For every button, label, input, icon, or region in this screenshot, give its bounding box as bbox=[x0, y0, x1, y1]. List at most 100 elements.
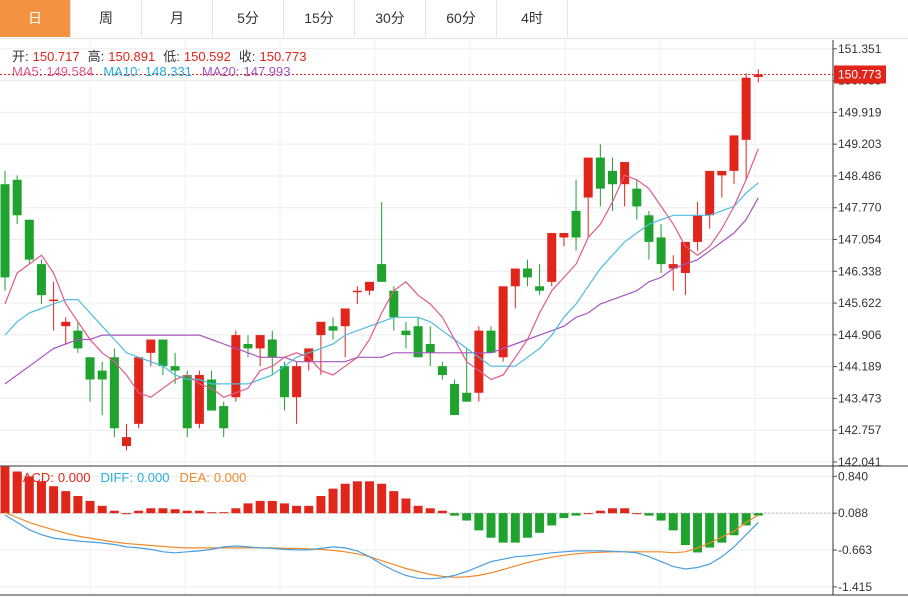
diff-label: DIFF: bbox=[100, 470, 133, 485]
candle-down bbox=[425, 343, 435, 353]
macd-bar-positive bbox=[620, 508, 630, 514]
macd-bar-positive bbox=[583, 513, 593, 515]
candle-down bbox=[182, 375, 192, 429]
candle-down bbox=[279, 366, 289, 398]
candle-down bbox=[267, 339, 277, 358]
candle-down bbox=[328, 326, 338, 331]
candle-down bbox=[85, 357, 95, 380]
macd-bar-positive bbox=[109, 510, 119, 514]
candle-down bbox=[437, 366, 447, 376]
open-label: 开: bbox=[12, 49, 29, 64]
macd-bar-negative bbox=[729, 513, 739, 536]
macd-bar-positive bbox=[316, 496, 326, 514]
price-tick-label: 143.473 bbox=[838, 391, 882, 405]
candle-down bbox=[522, 268, 532, 278]
ma20-value: 147.993 bbox=[243, 64, 291, 79]
diff-line bbox=[4, 514, 759, 580]
macd-bar-positive bbox=[194, 510, 204, 514]
ohlc-readout: 开: 150.717 高: 150.891 低: 150.592 收: 150.773 bbox=[12, 46, 315, 65]
candle-down bbox=[36, 264, 46, 296]
macd-bar-positive bbox=[608, 508, 617, 514]
candle-up bbox=[292, 366, 302, 398]
candle-up bbox=[340, 308, 350, 327]
macd-bar-positive bbox=[182, 510, 192, 514]
candle-down bbox=[462, 392, 472, 402]
macd-bar-positive bbox=[437, 510, 447, 514]
price-tick-label: 151.351 bbox=[838, 42, 882, 56]
diff-value: 0.000 bbox=[136, 470, 170, 485]
candle-up bbox=[705, 170, 715, 216]
candle-up bbox=[693, 215, 703, 242]
price-tick-label: 145.622 bbox=[838, 296, 882, 310]
macd-bar-positive bbox=[365, 481, 374, 514]
macd-bar-negative bbox=[644, 513, 654, 516]
candle-down bbox=[97, 370, 107, 380]
close-value: 150.773 bbox=[259, 49, 307, 64]
macd-bar-positive bbox=[85, 500, 95, 514]
macd-bar-negative bbox=[668, 513, 678, 531]
macd-bar-negative bbox=[741, 513, 751, 526]
candle-down bbox=[656, 237, 666, 265]
macd-bar-positive bbox=[61, 491, 71, 514]
kline-widget: 日 周 月 5分 15分 30分 60分 4时 151.351150.63514… bbox=[0, 0, 908, 597]
macd-bar-positive bbox=[49, 486, 59, 514]
last-price-label: 150.773 bbox=[838, 67, 882, 81]
low-label: 低: bbox=[163, 49, 180, 64]
macd-value: 0.000 bbox=[57, 470, 91, 485]
candle-up bbox=[365, 281, 374, 291]
macd-readout: MACD: 0.000 DIFF: 0.000 DEA: 0.000 bbox=[12, 470, 250, 485]
macd-bar-negative bbox=[535, 513, 545, 533]
macd-bar-negative bbox=[656, 513, 666, 521]
macd-bar-negative bbox=[486, 513, 496, 538]
macd-bar-positive bbox=[219, 512, 229, 514]
kline-chart[interactable]: 151.351150.635149.919149.203148.486147.7… bbox=[0, 0, 908, 597]
macd-bar-positive bbox=[340, 483, 350, 514]
macd-bar-positive bbox=[97, 505, 107, 514]
candle-up bbox=[717, 170, 727, 176]
candle-down bbox=[450, 383, 460, 415]
macd-bar-negative bbox=[474, 513, 484, 531]
candle-down bbox=[170, 366, 180, 371]
macd-bar-negative bbox=[547, 513, 557, 526]
price-tick-label: 144.906 bbox=[838, 328, 882, 342]
candle-up bbox=[122, 437, 131, 447]
candle-up bbox=[547, 233, 557, 282]
candle-down bbox=[12, 179, 22, 216]
macd-tick-label: 0.088 bbox=[838, 506, 868, 520]
candle-down bbox=[24, 219, 34, 260]
macd-bar-positive bbox=[279, 503, 289, 514]
macd-bar-positive bbox=[413, 505, 423, 514]
candle-up bbox=[498, 286, 508, 358]
price-tick-label: 146.338 bbox=[838, 264, 882, 278]
high-value: 150.891 bbox=[108, 49, 156, 64]
candle-up bbox=[316, 321, 326, 336]
price-tick-label: 147.770 bbox=[838, 201, 882, 215]
candle-down bbox=[377, 264, 387, 282]
candle-up bbox=[474, 330, 484, 393]
candle-down bbox=[109, 357, 119, 429]
dea-label: DEA: bbox=[179, 470, 210, 485]
macd-bar-positive bbox=[122, 513, 131, 515]
macd-bar-positive bbox=[207, 512, 217, 514]
macd-tick-label: 0.840 bbox=[838, 469, 868, 483]
candle-up bbox=[352, 290, 362, 293]
macd-bar-positive bbox=[0, 466, 10, 514]
open-value: 150.717 bbox=[32, 49, 80, 64]
macd-bar-positive bbox=[304, 505, 314, 514]
price-tick-label: 149.919 bbox=[838, 105, 882, 119]
candle-down bbox=[401, 330, 411, 336]
low-value: 150.592 bbox=[183, 49, 231, 64]
candle-down bbox=[571, 210, 581, 238]
price-tick-label: 142.041 bbox=[838, 455, 882, 469]
ma5-label: MA5: bbox=[12, 64, 43, 79]
candle-down bbox=[486, 330, 496, 353]
macd-tick-label: -0.663 bbox=[838, 543, 872, 557]
candle-up bbox=[49, 299, 59, 302]
candle-down bbox=[158, 339, 168, 367]
candle-up bbox=[510, 268, 520, 287]
ma20-label: MA20: bbox=[201, 64, 240, 79]
candle-down bbox=[632, 188, 642, 207]
high-label: 高: bbox=[87, 49, 105, 64]
candle-down bbox=[595, 157, 605, 189]
macd-bar-negative bbox=[559, 513, 569, 519]
